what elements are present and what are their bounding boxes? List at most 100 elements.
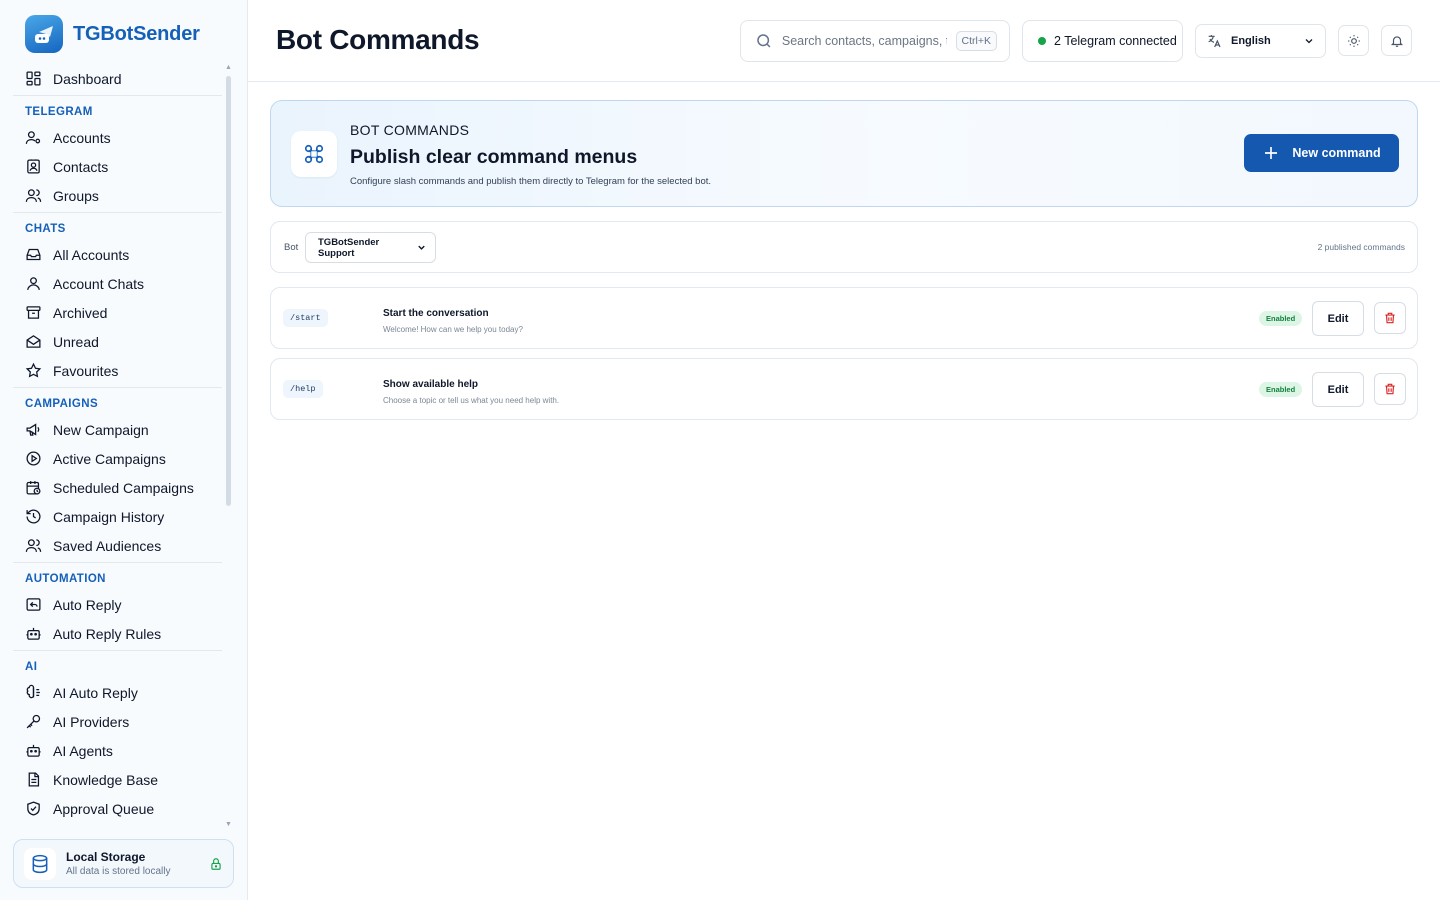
- theme-toggle-button[interactable]: [1338, 25, 1369, 56]
- sidebar-item-label: AI Agents: [53, 742, 113, 759]
- published-count: 2 published commands: [1317, 242, 1405, 252]
- delete-button[interactable]: [1374, 373, 1406, 405]
- sidebar-item-label: Dashboard: [53, 70, 122, 87]
- translate-icon: [1208, 35, 1221, 48]
- command-tag: /help: [283, 380, 323, 398]
- scroll-down-arrow-icon[interactable]: ▼: [225, 821, 232, 828]
- edit-button[interactable]: Edit: [1312, 372, 1364, 407]
- search-icon: [757, 34, 771, 48]
- archive-icon: [26, 306, 41, 319]
- new-command-label: New command: [1292, 146, 1381, 160]
- notifications-button[interactable]: [1381, 25, 1412, 56]
- language-select[interactable]: English: [1195, 24, 1326, 58]
- megaphone-icon: [26, 423, 40, 436]
- delete-button[interactable]: [1374, 302, 1406, 334]
- sidebar-item-label: Auto Reply Rules: [53, 625, 162, 642]
- grid-icon: [26, 71, 41, 86]
- bot-select-value: TGBotSender Support: [318, 236, 380, 259]
- sidebar-scrollbar[interactable]: [226, 76, 231, 506]
- shield-check-icon: [27, 801, 40, 816]
- sidebar-item-ai-auto-reply[interactable]: AI Auto Reply: [13, 678, 222, 707]
- sidebar-item-saved-audiences[interactable]: Saved Audiences: [13, 531, 222, 560]
- sidebar-item-ai-providers[interactable]: AI Providers: [13, 707, 222, 736]
- page-title: Bot Commands: [276, 24, 480, 55]
- sidebar-item-label: Scheduled Campaigns: [53, 479, 194, 496]
- sidebar-item-contacts[interactable]: Contacts: [13, 152, 222, 181]
- users-icon: [25, 539, 42, 552]
- sidebar-item-auto-reply-rules[interactable]: Auto Reply Rules: [13, 619, 222, 648]
- sidebar-item-active-campaigns[interactable]: Active Campaigns: [13, 444, 222, 473]
- sidebar-item-account-chats[interactable]: Account Chats: [13, 269, 222, 298]
- sidebar-item-ai-agents[interactable]: AI Agents: [13, 736, 222, 765]
- sidebar-item-label: New Campaign: [53, 421, 149, 438]
- command-description: Choose a topic or tell us what you need …: [383, 396, 560, 405]
- brand[interactable]: TGBotSender: [25, 15, 200, 53]
- sidebar-item-groups[interactable]: Groups: [13, 181, 222, 210]
- chevron-down-icon: [418, 245, 425, 250]
- lock-icon: [211, 857, 221, 870]
- brand-logo-icon: [25, 15, 63, 53]
- command-description: Welcome! How can we help you today?: [383, 325, 523, 334]
- database-icon: [24, 847, 56, 880]
- sidebar-item-knowledge-base[interactable]: Knowledge Base: [13, 765, 222, 794]
- edit-button[interactable]: Edit: [1312, 301, 1364, 336]
- sidebar-item-dashboard[interactable]: Dashboard: [13, 64, 222, 93]
- sidebar-item-archived[interactable]: Archived: [13, 298, 222, 327]
- status-badge: Enabled: [1259, 382, 1303, 397]
- storage-card[interactable]: Local Storage All data is stored locally: [13, 839, 234, 888]
- telegram-status-label: 2 Telegram connected: [1054, 34, 1177, 48]
- sidebar-nav: Dashboard TELEGRAM Accounts Contacts Gro…: [13, 64, 222, 823]
- sidebar-item-label: Accounts: [53, 129, 111, 146]
- sidebar-item-favourites[interactable]: Favourites: [13, 356, 222, 385]
- users-icon: [25, 189, 42, 202]
- search-input[interactable]: [781, 34, 947, 48]
- divider: [13, 650, 222, 651]
- hero-eyebrow: BOT COMMANDS: [350, 122, 470, 138]
- new-command-button[interactable]: New command: [1244, 134, 1399, 172]
- sidebar-item-auto-reply[interactable]: Auto Reply: [13, 590, 222, 619]
- bot-select[interactable]: TGBotSender Support: [305, 232, 436, 263]
- scroll-up-arrow-icon[interactable]: ▲: [225, 64, 232, 71]
- sidebar-item-new-campaign[interactable]: New Campaign: [13, 415, 222, 444]
- sidebar-item-label: Archived: [53, 304, 108, 321]
- language-label: English: [1231, 35, 1271, 47]
- command-icon: [291, 131, 337, 177]
- sidebar-item-label: Contacts: [53, 158, 109, 175]
- sidebar-item-label: AI Auto Reply: [53, 684, 138, 701]
- trash-icon: [1385, 383, 1395, 395]
- command-tag: /start: [283, 309, 328, 327]
- section-telegram: TELEGRAM: [25, 106, 93, 118]
- sidebar-item-approval-queue[interactable]: Approval Queue: [13, 794, 222, 823]
- brain-icon: [26, 684, 40, 699]
- sidebar-item-unread[interactable]: Unread: [13, 327, 222, 356]
- bell-icon: [1390, 35, 1403, 47]
- command-row[interactable]: /help Show available help Choose a topic…: [270, 358, 1418, 420]
- calendar-clock-icon: [26, 481, 41, 495]
- storage-subtitle: All data is stored locally: [66, 866, 171, 877]
- sidebar-item-scheduled-campaigns[interactable]: Scheduled Campaigns: [13, 473, 222, 502]
- command-row[interactable]: /start Start the conversation Welcome! H…: [270, 287, 1418, 349]
- sidebar-item-accounts[interactable]: Accounts: [13, 123, 222, 152]
- sidebar-item-label: Favourites: [53, 362, 119, 379]
- mail-open-icon: [26, 335, 41, 348]
- key-icon: [26, 714, 41, 729]
- section-automation: AUTOMATION: [25, 573, 106, 585]
- plus-icon: [1265, 147, 1278, 159]
- user-gear-icon: [25, 131, 41, 144]
- trash-icon: [1385, 312, 1395, 324]
- sidebar-item-all-accounts[interactable]: All Accounts: [13, 240, 222, 269]
- brand-name: TGBotSender: [73, 22, 200, 45]
- hero-title: Publish clear command menus: [350, 146, 638, 168]
- star-icon: [25, 362, 42, 378]
- document-icon: [28, 772, 40, 787]
- divider: [13, 212, 222, 213]
- command-title: Start the conversation: [383, 308, 489, 319]
- sidebar-item-label: Saved Audiences: [53, 537, 162, 554]
- inbox-icon: [26, 248, 41, 261]
- sidebar-item-campaign-history[interactable]: Campaign History: [13, 502, 222, 531]
- search-shortcut: Ctrl+K: [955, 31, 997, 51]
- search-box[interactable]: Ctrl+K: [740, 20, 1010, 62]
- section-chats: CHATS: [25, 223, 66, 235]
- telegram-status[interactable]: 2 Telegram connected: [1022, 20, 1183, 62]
- storage-title: Local Storage: [66, 850, 146, 864]
